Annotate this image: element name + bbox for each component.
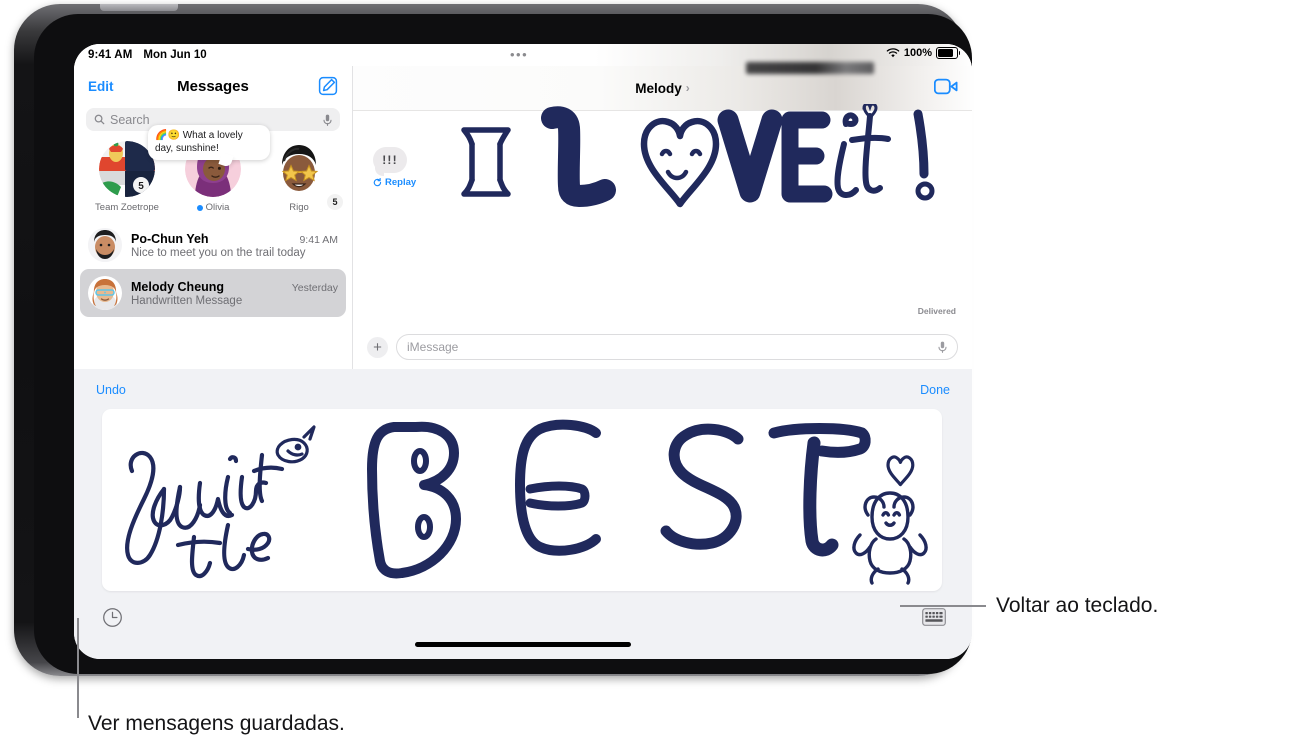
saved-messages-callout-label: Ver mensagens guardadas. — [88, 712, 345, 735]
ipad-top-antenna — [100, 4, 178, 11]
messages-app: 9:41 AM Mon Jun 10 ••• 100% Edit Message… — [74, 44, 972, 369]
page-title: Messages — [177, 77, 249, 95]
handwriting-canvas[interactable] — [102, 409, 942, 591]
ipad-screen: 9:41 AM Mon Jun 10 ••• 100% Edit Message… — [74, 44, 972, 659]
battery-icon — [936, 47, 961, 59]
compose-icon[interactable] — [318, 76, 338, 96]
replay-icon — [373, 178, 382, 187]
list-item-po-chun-yeh[interactable]: Po-Chun Yeh 9:41 AM Nice to meet you on … — [80, 221, 346, 269]
effect-bubble-text: !!! — [382, 153, 398, 167]
undo-button[interactable]: Undo — [96, 383, 126, 397]
ipad-bezel: 9:41 AM Mon Jun 10 ••• 100% Edit Message… — [34, 14, 972, 674]
handwriting-toolbar: Undo Done — [74, 369, 972, 411]
message-input-bar: + iMessage — [353, 325, 972, 369]
conversation-pane: Melody › !!! Replay Delivered + iMessage — [353, 62, 972, 369]
status-date: Mon Jun 10 — [143, 49, 207, 61]
facetime-video-icon[interactable] — [933, 78, 958, 95]
avatar-po-chun-yeh — [88, 228, 122, 262]
conversation-preview: Nice to meet you on the trail today — [131, 246, 306, 259]
delivered-status: Delivered — [917, 306, 956, 316]
wifi-icon — [886, 48, 900, 58]
handwriting-panel: Undo Done — [74, 369, 972, 659]
replay-label: Replay — [385, 177, 417, 188]
conversation-name: Po-Chun Yeh — [131, 231, 209, 246]
conversation-time: Yesterday — [291, 281, 338, 294]
messages-sidebar: Edit Messages Search 5 Team Zoetrope Oli… — [74, 66, 353, 369]
status-tip-bubble: 🌈🙂 What a lovely day, sunshine! — [148, 125, 270, 160]
unread-dot-icon — [196, 204, 203, 211]
handwritten-message-i-love-it — [448, 102, 952, 234]
pinned-conversations: 5 Team Zoetrope Olivia Rigo 5 🌈🙂 What a … — [74, 125, 352, 213]
avatar-melody-cheung — [88, 276, 122, 310]
pinned-label: Team Zoetrope — [95, 202, 159, 213]
battery-percent: 100% — [903, 47, 932, 59]
pinned-label-olivia: Olivia — [177, 202, 249, 213]
list-item-content: Po-Chun Yeh 9:41 AM Nice to meet you on … — [131, 232, 338, 259]
pinned-item-rigo[interactable]: Rigo — [263, 141, 335, 213]
memoji-rigo-avatar — [271, 141, 327, 197]
status-right-cluster: 100% — [886, 47, 961, 59]
handwriting-bottom-bar — [74, 593, 972, 659]
chevron-right-icon: › — [685, 81, 690, 95]
keyboard-callout-label: Voltar ao teclado. — [996, 594, 1159, 617]
microphone-icon[interactable] — [938, 341, 947, 353]
replay-button[interactable]: Replay — [373, 177, 416, 188]
conversation-title-text: Melody — [635, 80, 682, 96]
keyboard-icon[interactable] — [922, 608, 946, 626]
microphone-icon[interactable] — [323, 114, 332, 126]
conversation-title[interactable]: Melody › — [635, 81, 690, 96]
status-time: 9:41 AM — [88, 49, 133, 61]
redacted-content-blur — [746, 62, 874, 74]
home-indicator[interactable] — [415, 642, 631, 647]
pinned-label-rigo: Rigo — [289, 202, 309, 213]
svg-text:5: 5 — [138, 181, 144, 192]
list-item-content: Melody Cheung Yesterday Handwritten Mess… — [131, 280, 338, 307]
list-item-melody-cheung[interactable]: Melody Cheung Yesterday Handwritten Mess… — [80, 269, 346, 317]
keyboard-callout-line — [900, 605, 986, 607]
conversation-list: Po-Chun Yeh 9:41 AM Nice to meet you on … — [74, 221, 352, 317]
conversation-preview: Handwritten Message — [131, 294, 243, 307]
pinned-label-text: Olivia — [205, 202, 230, 213]
sidebar-header: Edit Messages — [74, 66, 352, 106]
unread-badge: 5 — [326, 193, 344, 211]
imessage-input[interactable]: iMessage — [396, 334, 958, 360]
conversation-name: Melody Cheung — [131, 279, 225, 294]
screenshot-stage: 9:41 AM Mon Jun 10 ••• 100% Edit Message… — [0, 0, 1306, 755]
plus-icon[interactable]: + — [367, 336, 388, 358]
search-icon — [94, 114, 105, 125]
imessage-placeholder: iMessage — [407, 340, 459, 354]
clock-icon[interactable] — [102, 607, 123, 628]
group-avatar: 5 — [99, 141, 155, 197]
done-button[interactable]: Done — [920, 383, 950, 397]
saved-messages-callout-line — [77, 618, 79, 718]
tip-emoji: 🌈🙂 — [155, 130, 180, 141]
ipad-device-frame: 9:41 AM Mon Jun 10 ••• 100% Edit Message… — [14, 4, 972, 676]
edit-button[interactable]: Edit — [88, 79, 114, 94]
conversation-time: 9:41 AM — [299, 233, 338, 246]
multitasking-dots-icon[interactable]: ••• — [510, 48, 528, 61]
effect-bubble[interactable]: !!! — [373, 147, 407, 176]
